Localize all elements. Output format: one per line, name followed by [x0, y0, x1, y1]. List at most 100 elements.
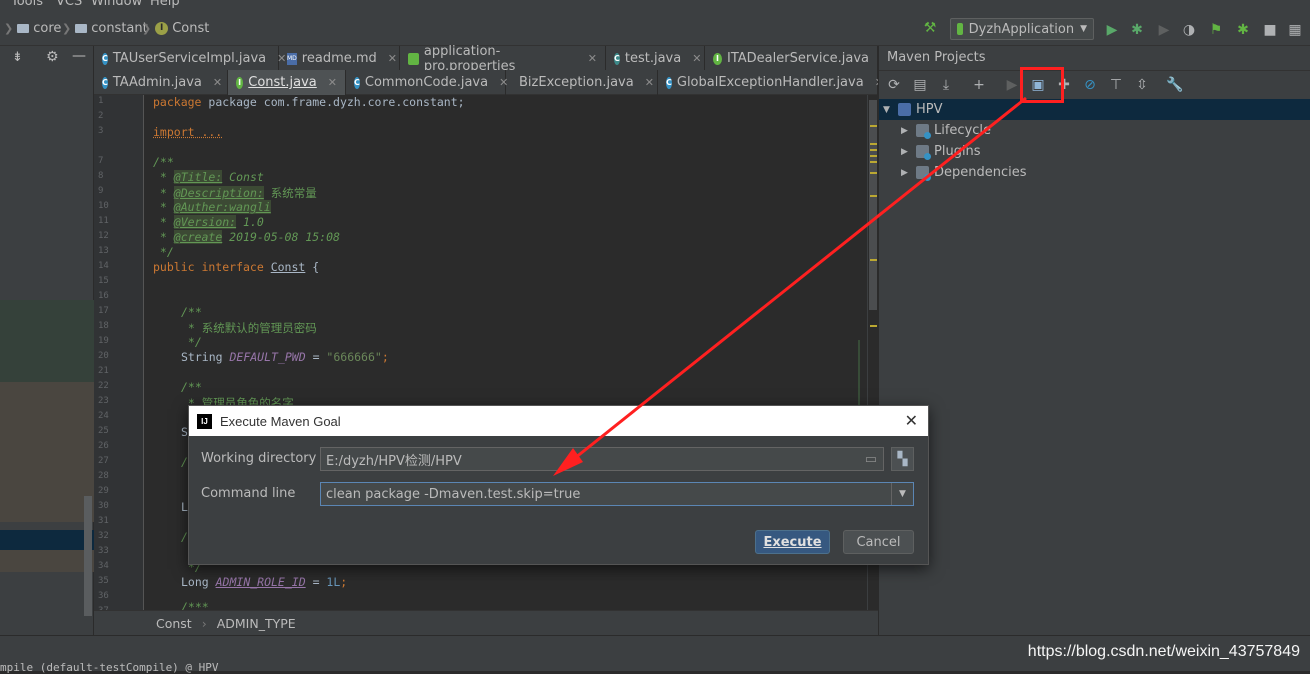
- run-icon[interactable]: ▶: [1104, 22, 1120, 38]
- line-number: 26: [98, 441, 109, 451]
- warning-marker[interactable]: [870, 161, 877, 163]
- close-icon[interactable]: ✕: [213, 76, 222, 89]
- tab-const[interactable]: I Const.java ✕: [228, 70, 346, 95]
- class-icon: C: [614, 52, 620, 65]
- run-icon[interactable]: ▶: [1003, 76, 1021, 94]
- minimize-icon[interactable]: —: [72, 48, 86, 64]
- tree-item-hpv[interactable]: ▼ HPV: [879, 99, 1310, 120]
- close-icon[interactable]: ✕: [905, 411, 918, 431]
- skip-tests-icon[interactable]: ⊘: [1081, 76, 1099, 94]
- breadcrumb-item[interactable]: Const: [156, 616, 192, 631]
- line-number: 17: [98, 306, 109, 316]
- menu-help[interactable]: Help: [150, 0, 180, 9]
- collapse-all-icon[interactable]: ⇳: [1133, 76, 1151, 94]
- add-icon[interactable]: +: [970, 76, 988, 94]
- tree-item-plugins[interactable]: ▶ Plugins: [901, 141, 981, 162]
- browse-module-button[interactable]: ▚: [891, 447, 914, 471]
- javadoc-tag: @Version:: [173, 215, 237, 229]
- collapse-all-icon[interactable]: ⇟: [12, 50, 23, 65]
- run-coverage-icon[interactable]: ▶: [1156, 22, 1172, 38]
- hammer-icon[interactable]: ⚒: [922, 20, 938, 36]
- reimport-icon[interactable]: ⟳: [885, 76, 903, 94]
- close-icon[interactable]: ✕: [692, 52, 701, 65]
- class-icon: C: [102, 52, 108, 65]
- tab-application-pro[interactable]: application-pro.properties ✕: [400, 44, 606, 74]
- tree-item-lifecycle[interactable]: ▶ Lifecycle: [901, 120, 991, 141]
- close-icon[interactable]: ✕: [388, 52, 397, 65]
- working-directory-label: Working directory: [201, 451, 317, 466]
- gear-icon[interactable]: ⚙: [46, 49, 59, 65]
- execute-label: Execute: [763, 534, 822, 550]
- execute-button[interactable]: Execute: [755, 530, 830, 554]
- editor-tabs-row-1: C TAUserServiceImpl.java ✕ MD readme.md ✕ ap…: [94, 44, 878, 74]
- dialog-title-bar[interactable]: IJ Execute Maven Goal: [189, 406, 928, 436]
- tree-label: Dependencies: [934, 165, 1027, 180]
- keyword: public interface: [153, 260, 271, 274]
- file-highlight-block: [0, 550, 94, 572]
- working-directory-field[interactable]: E:/dyzh/HPV检测/HPV ▭: [320, 447, 884, 471]
- close-icon[interactable]: ✕: [645, 76, 654, 89]
- selected-row-highlight: [0, 530, 94, 550]
- tab-commonCode[interactable]: C CommonCode.java ✕: [346, 70, 508, 95]
- scrollbar-thumb[interactable]: [84, 496, 92, 616]
- warning-marker[interactable]: [870, 125, 877, 127]
- debug-icon[interactable]: ✱: [1129, 22, 1145, 38]
- close-icon[interactable]: ✕: [588, 52, 597, 65]
- breadcrumb-item[interactable]: ADMIN_TYPE: [217, 616, 296, 631]
- expanded-arrow-icon[interactable]: ▼: [883, 105, 893, 115]
- file-highlight-block: [0, 382, 94, 522]
- warning-marker[interactable]: [870, 195, 877, 197]
- profile-icon[interactable]: ◑: [1181, 22, 1197, 38]
- folder-icon[interactable]: ▭: [865, 452, 877, 467]
- download-icon[interactable]: ⤓: [937, 76, 955, 94]
- tree-item-dependencies[interactable]: ▶ Dependencies: [901, 162, 1027, 183]
- command-line-label: Command line: [201, 486, 296, 501]
- cancel-button[interactable]: Cancel: [843, 530, 914, 554]
- warning-marker[interactable]: [870, 149, 877, 151]
- menu-tools[interactable]: Tools: [11, 0, 43, 9]
- collapsed-arrow-icon[interactable]: ▶: [901, 168, 911, 178]
- jrebel-run-icon[interactable]: ⚑: [1208, 22, 1224, 38]
- generate-sources-icon[interactable]: ▤: [911, 76, 929, 94]
- tab-globalExceptionHandler[interactable]: CGlobalExceptionHandler.java✕: [658, 70, 884, 95]
- breadcrumb-core[interactable]: ❯ core: [4, 21, 61, 36]
- import-folded[interactable]: import ...: [153, 125, 222, 139]
- line-number: 35: [98, 576, 109, 586]
- jrebel-debug-icon[interactable]: ✱: [1235, 22, 1251, 38]
- project-structure-icon[interactable]: ▦: [1287, 22, 1303, 38]
- run-configuration-select[interactable]: DyzhApplication ▼: [950, 18, 1094, 40]
- warning-marker[interactable]: [870, 155, 877, 157]
- collapsed-arrow-icon[interactable]: ▶: [901, 147, 911, 157]
- breadcrumb-const[interactable]: ❯ I Const: [142, 21, 209, 36]
- warning-marker[interactable]: [870, 143, 877, 145]
- breadcrumb-constant[interactable]: ❯ constant: [62, 21, 148, 36]
- line-number: 20: [98, 351, 109, 361]
- run-config-label: DyzhApplication: [968, 21, 1075, 37]
- command-line-input[interactable]: clean package -Dmaven.test.skip=true ▼: [320, 482, 914, 506]
- line-number: 3: [98, 126, 104, 136]
- tab-bizException[interactable]: BizException.java ✕: [506, 70, 658, 95]
- warning-marker[interactable]: [870, 325, 877, 327]
- menu-window[interactable]: Window: [91, 0, 142, 9]
- line-number: 36: [98, 591, 109, 601]
- close-icon[interactable]: ✕: [328, 76, 337, 89]
- warning-marker[interactable]: [870, 172, 877, 174]
- javadoc-value: 2019-05-08 15:08: [222, 230, 340, 244]
- wrench-icon[interactable]: 🔧: [1166, 76, 1184, 94]
- code-line: S: [181, 425, 188, 439]
- tab-itaDealerService[interactable]: I ITADealerService.java: [705, 46, 878, 71]
- tab-test[interactable]: Ctest.java ✕: [606, 46, 705, 71]
- line-number: 16: [98, 291, 109, 301]
- line-number: 1: [98, 96, 104, 106]
- menu-vcs[interactable]: VCS: [56, 0, 82, 9]
- dropdown-arrow-icon[interactable]: ▼: [891, 483, 913, 505]
- stop-icon[interactable]: ■: [1262, 22, 1278, 38]
- code-line: * 系统默认的管理员密码: [181, 321, 317, 335]
- tab-taAdmin[interactable]: C TAAdmin.java ✕: [94, 70, 228, 95]
- warning-marker[interactable]: [870, 259, 877, 261]
- tab-taUserServiceImpl[interactable]: C TAUserServiceImpl.java ✕: [94, 46, 286, 71]
- tab-readme[interactable]: MD readme.md ✕: [279, 46, 400, 71]
- scrollbar-thumb[interactable]: [869, 100, 877, 310]
- show-dependencies-icon[interactable]: ⊤: [1107, 76, 1125, 94]
- collapsed-arrow-icon[interactable]: ▶: [901, 126, 911, 136]
